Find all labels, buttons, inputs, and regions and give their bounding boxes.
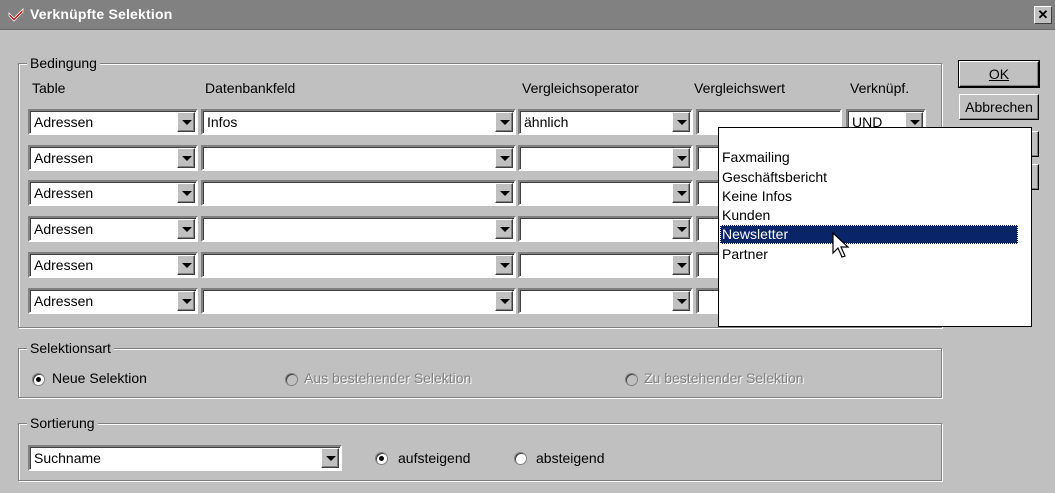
chevron-down-icon[interactable] (672, 219, 690, 239)
chevron-down-icon[interactable] (495, 183, 513, 203)
operator-select[interactable] (518, 180, 693, 206)
chevron-down-icon[interactable] (495, 291, 513, 311)
chevron-down-icon[interactable] (672, 148, 690, 168)
chevron-down-icon[interactable] (321, 448, 339, 468)
operator-select[interactable] (518, 145, 693, 171)
chevron-down-icon[interactable] (672, 255, 690, 275)
radio-zu-bestehender-label: Zu bestehender Selektion (644, 370, 804, 386)
ok-button-label: OK (988, 66, 1010, 82)
radio-absteigend-label: absteigend (536, 450, 605, 466)
header-link: Verknüpf. (850, 80, 910, 96)
title-bar: Verknüpfte Selektion (0, 0, 1055, 30)
radio-aus-bestehender (285, 373, 298, 386)
radio-aus-bestehender-label: Aus bestehender Selektion (304, 370, 472, 386)
table-select[interactable]: Adressen (28, 145, 198, 171)
table-select-value: Adressen (34, 221, 94, 237)
chevron-down-icon[interactable] (177, 112, 195, 132)
close-icon[interactable]: ✕ (1034, 6, 1052, 24)
dropdown-option[interactable]: Kunden (720, 206, 1018, 225)
operator-select[interactable] (518, 288, 693, 314)
chevron-down-icon[interactable] (495, 219, 513, 239)
chevron-down-icon[interactable] (177, 219, 195, 239)
ok-button[interactable]: OK (958, 60, 1040, 88)
header-field: Datenbankfeld (205, 80, 296, 96)
sort-field-select[interactable]: Suchname (28, 445, 342, 471)
radio-aufsteigend-label: aufsteigend (398, 450, 471, 466)
field-select-value: Infos (207, 114, 238, 130)
table-select[interactable]: Adressen (28, 180, 198, 206)
table-select[interactable]: Adressen (28, 216, 198, 242)
radio-aufsteigend[interactable] (375, 452, 388, 465)
table-select-value: Adressen (34, 150, 94, 166)
field-select[interactable] (201, 288, 516, 314)
dropdown-option[interactable]: Newsletter (720, 225, 1018, 244)
field-select[interactable]: Infos (201, 109, 516, 135)
table-select-value: Adressen (34, 114, 94, 130)
cancel-button[interactable]: Abbrechen (959, 94, 1039, 120)
field-select[interactable] (201, 145, 516, 171)
red-check-icon (8, 8, 24, 22)
operator-select[interactable]: ähnlich (518, 109, 693, 135)
radio-zu-bestehender (625, 373, 638, 386)
chevron-down-icon[interactable] (177, 255, 195, 275)
table-select-value: Adressen (34, 257, 94, 273)
field-select[interactable] (201, 252, 516, 278)
radio-absteigend[interactable] (514, 452, 527, 465)
header-operator: Vergleichsoperator (522, 80, 639, 96)
table-select-value: Adressen (34, 293, 94, 309)
dropdown-option[interactable]: Partner (720, 245, 1018, 264)
operator-select[interactable] (518, 216, 693, 242)
field-select[interactable] (201, 180, 516, 206)
value-dropdown-list[interactable]: Faxmailing Geschäftsbericht Keine Infos Kun… (718, 127, 1032, 327)
chevron-down-icon[interactable] (495, 148, 513, 168)
mouse-pointer-icon (832, 232, 850, 258)
field-select[interactable] (201, 216, 516, 242)
dropdown-option[interactable]: Keine Infos (720, 187, 1018, 206)
operator-select-value: ähnlich (524, 114, 569, 130)
operator-select[interactable] (518, 252, 693, 278)
dropdown-option[interactable]: Faxmailing (720, 148, 1018, 167)
group-legend-bedingung: Bedingung (27, 55, 100, 71)
chevron-down-icon[interactable] (177, 183, 195, 203)
table-select[interactable]: Adressen (28, 288, 198, 314)
cancel-button-label: Abbrechen (965, 99, 1033, 115)
chevron-down-icon[interactable] (177, 148, 195, 168)
group-legend-sortierung: Sortierung (27, 415, 98, 431)
table-select-value: Adressen (34, 185, 94, 201)
chevron-down-icon[interactable] (672, 291, 690, 311)
sort-field-value: Suchname (34, 450, 101, 466)
chevron-down-icon[interactable] (672, 183, 690, 203)
header-value: Vergleichswert (694, 80, 786, 96)
chevron-down-icon[interactable] (495, 112, 513, 132)
radio-neue-selektion-label: Neue Selektion (52, 370, 147, 386)
radio-neue-selektion[interactable] (32, 373, 45, 386)
chevron-down-icon[interactable] (672, 112, 690, 132)
dropdown-option[interactable]: Geschäftsbericht (720, 168, 1018, 187)
window-title: Verknüpfte Selektion (30, 6, 173, 22)
table-select[interactable]: Adressen (28, 252, 198, 278)
header-table: Table (32, 80, 66, 96)
chevron-down-icon[interactable] (177, 291, 195, 311)
group-legend-selektionsart: Selektionsart (27, 340, 114, 356)
table-select[interactable]: Adressen (28, 109, 198, 135)
chevron-down-icon[interactable] (495, 255, 513, 275)
